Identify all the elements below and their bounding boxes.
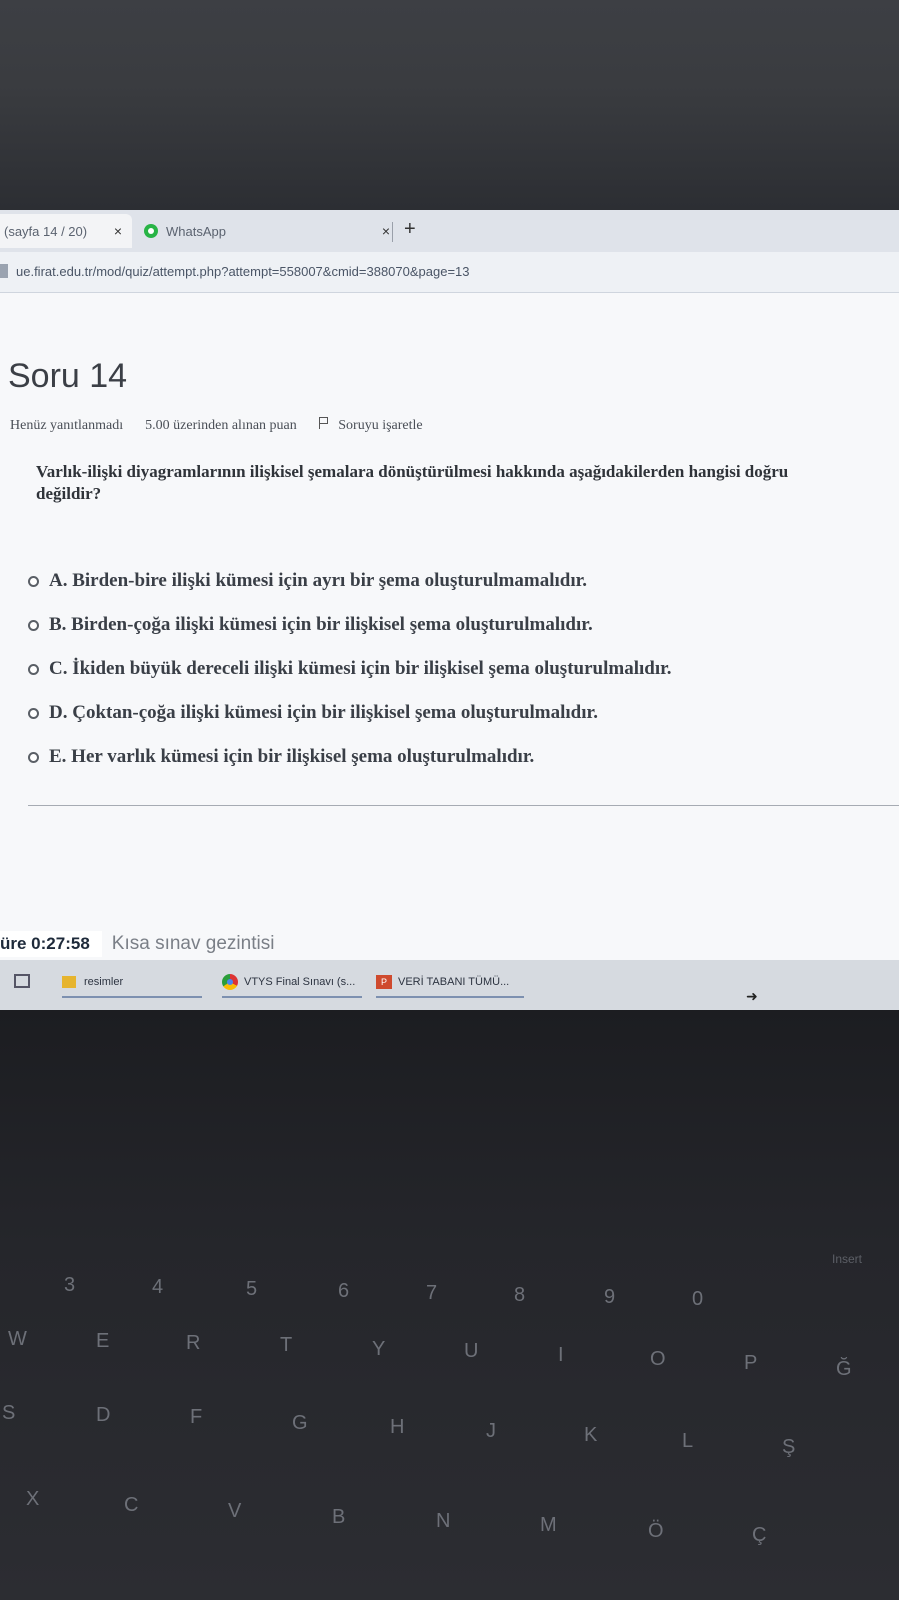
key-v: V	[228, 1500, 242, 1522]
folder-icon	[62, 976, 76, 988]
url-text[interactable]: ue.firat.edu.tr/mod/quiz/attempt.php?att…	[16, 264, 470, 279]
answer-option-e[interactable]: E. Her varlık kümesi için bir ilişkisel …	[28, 735, 868, 779]
answer-option-d[interactable]: D. Çoktan-çoğa ilişki kümesi için bir il…	[28, 691, 868, 735]
question-title: Soru 14	[8, 357, 128, 395]
tab-quiz[interactable]: (sayfa 14 / 20) ×	[0, 214, 132, 248]
tab-whatsapp[interactable]: WhatsApp ×	[136, 214, 400, 248]
key-s: S	[2, 1402, 16, 1424]
chrome-icon	[222, 974, 238, 990]
answer-label: D. Çoktan-çoğa ilişki kümesi için bir il…	[49, 702, 598, 723]
key-b: B	[332, 1506, 346, 1528]
tab-close-icon[interactable]: ×	[114, 223, 122, 239]
task-view-icon[interactable]	[14, 974, 30, 988]
taskbar-item-resimler[interactable]: resimler	[62, 968, 202, 998]
answer-option-b[interactable]: B. Birden-çoğa ilişki kümesi için bir il…	[28, 603, 868, 647]
question-info: Henüz yanıtlanmadı 5.00 üzerinden alınan…	[10, 417, 423, 434]
quiz-page: Soru 14 Henüz yanıtlanmadı 5.00 üzerinde…	[0, 293, 899, 960]
key-m: M	[540, 1514, 557, 1536]
key-y: Y	[372, 1338, 386, 1360]
whatsapp-icon	[144, 224, 158, 238]
key-6: 6	[338, 1280, 350, 1302]
key-c-cedilla: Ç	[752, 1524, 767, 1546]
tab-separator	[392, 222, 393, 242]
taskbar-item-vtys[interactable]: VTYS Final Sınavı (s...	[222, 968, 362, 998]
key-l: L	[682, 1430, 694, 1452]
question-divider	[28, 805, 899, 806]
answer-label: E. Her varlık kümesi için bir ilişkisel …	[49, 746, 535, 767]
powerpoint-icon: P	[376, 975, 392, 989]
key-g-breve: Ğ	[836, 1358, 852, 1380]
key-x: X	[26, 1488, 40, 1510]
tab-close-icon[interactable]: ×	[382, 223, 390, 239]
key-e: E	[96, 1330, 110, 1352]
mouse-cursor-icon: ➜	[746, 988, 758, 1004]
tab-whatsapp-label: WhatsApp	[166, 223, 226, 239]
key-s-cedilla: Ş	[782, 1436, 796, 1458]
quiz-timer: üre 0:27:58	[0, 931, 102, 957]
flag-icon	[318, 417, 329, 429]
key-i: I	[558, 1344, 564, 1366]
flag-question-link[interactable]: Soruyu işaretle	[318, 417, 423, 434]
key-c: C	[124, 1494, 139, 1516]
radio-button[interactable]	[28, 619, 39, 631]
tab-quiz-label: (sayfa 14 / 20)	[4, 223, 88, 239]
answer-label: C. İkiden büyük dereceli ilişki kümesi i…	[49, 658, 672, 679]
taskbar-item-label: VTYS Final Sınavı (s...	[244, 976, 356, 988]
answer-option-c[interactable]: C. İkiden büyük dereceli ilişki kümesi i…	[28, 647, 868, 691]
key-o-umlaut: Ö	[648, 1520, 664, 1542]
radio-button[interactable]	[28, 751, 39, 763]
radio-button[interactable]	[28, 707, 39, 719]
key-j: J	[486, 1420, 496, 1442]
key-3: 3	[64, 1274, 76, 1296]
laptop-keyboard: 3 4 5 6 7 8 9 0 W E R T Y U I O P Ğ S D …	[0, 1010, 899, 1600]
key-d: D	[96, 1404, 111, 1426]
answer-list: A. Birden-bire ilişki kümesi için ayrı b…	[28, 559, 868, 779]
radio-button[interactable]	[28, 663, 39, 675]
answer-option-a[interactable]: A. Birden-bire ilişki kümesi için ayrı b…	[28, 559, 868, 603]
key-h: H	[390, 1416, 405, 1438]
key-5: 5	[246, 1278, 258, 1300]
key-p: P	[744, 1352, 758, 1374]
key-w: W	[8, 1328, 27, 1350]
taskbar-item-label: VERİ TABANI TÜMÜ...	[398, 976, 510, 988]
question-points: 5.00 üzerinden alınan puan	[145, 417, 297, 433]
quiz-navigation-link[interactable]: Kısa sınav gezintisi	[112, 933, 275, 955]
taskbar-item-veri-tabani[interactable]: P VERİ TABANI TÜMÜ...	[376, 968, 524, 998]
key-8: 8	[514, 1284, 526, 1306]
address-bar[interactable]: ue.firat.edu.tr/mod/quiz/attempt.php?att…	[0, 252, 899, 293]
key-f: F	[190, 1406, 203, 1428]
key-o: O	[650, 1348, 666, 1370]
taskbar-item-label: resimler	[84, 976, 124, 988]
site-info-icon[interactable]	[0, 264, 8, 278]
key-7: 7	[426, 1282, 438, 1304]
key-k: K	[584, 1424, 598, 1446]
key-u: U	[464, 1340, 479, 1362]
key-t: T	[280, 1334, 293, 1356]
answer-label: A. Birden-bire ilişki kümesi için ayrı b…	[49, 570, 588, 591]
new-tab-button[interactable]: +	[404, 218, 416, 241]
quiz-timer-bar: üre 0:27:58 Kısa sınav gezintisi	[0, 929, 274, 959]
key-n: N	[436, 1510, 451, 1532]
taskbar: resimler VTYS Final Sınavı (s... P VERİ …	[0, 960, 899, 1010]
key-r: R	[186, 1332, 201, 1354]
key-9: 9	[604, 1286, 616, 1308]
key-g: G	[292, 1412, 308, 1434]
flag-question-label: Soruyu işaretle	[338, 418, 423, 433]
key-insert: Insert	[832, 1252, 863, 1266]
browser-tab-strip: (sayfa 14 / 20) × WhatsApp × +	[0, 210, 899, 252]
question-text: Varlık-ilişki diyagramlarının ilişkisel …	[36, 462, 789, 503]
answer-label: B. Birden-çoğa ilişki kümesi için bir il…	[49, 614, 593, 635]
key-0: 0	[692, 1288, 704, 1310]
question-status: Henüz yanıtlanmadı	[10, 417, 124, 433]
radio-button[interactable]	[28, 575, 39, 587]
key-4: 4	[152, 1276, 164, 1298]
screen-top-bezel	[0, 0, 899, 210]
